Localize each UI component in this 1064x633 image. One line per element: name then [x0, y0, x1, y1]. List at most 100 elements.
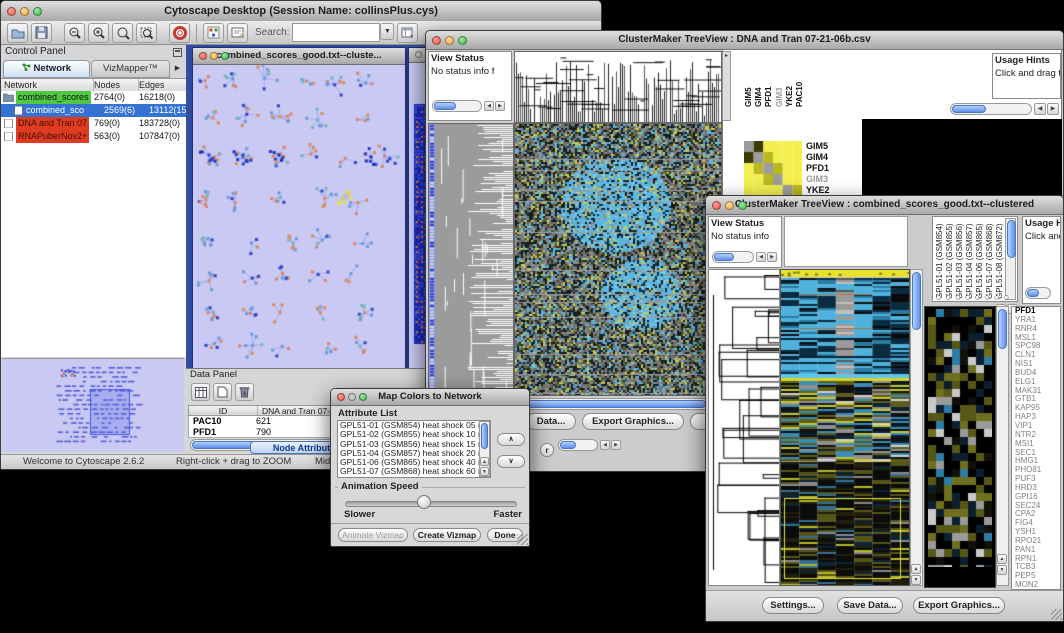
tab-overflow-button[interactable]: ▶: [171, 60, 184, 78]
scroll-down-button[interactable]: ▼: [997, 565, 1007, 575]
minimize-button[interactable]: [20, 7, 29, 16]
close-button[interactable]: [712, 201, 721, 210]
zoom-selected-button[interactable]: [136, 23, 157, 43]
mini-hscrollbar[interactable]: [432, 100, 482, 112]
attribute-item[interactable]: GPL51-07 (GSM868) heat shock 60 min: [338, 467, 490, 476]
row-label[interactable]: GIM5: [806, 141, 858, 152]
scroll-thumb[interactable]: [481, 423, 488, 449]
zoom-button[interactable]: [738, 201, 747, 210]
search-input[interactable]: [292, 23, 380, 42]
network-row[interactable]: combined_scores 2764(0) 16218(0): [1, 91, 186, 104]
network-row[interactable]: DNA and Tran 07 769(0) 183728(0): [1, 117, 186, 130]
column-label[interactable]: PFD1: [764, 51, 774, 107]
float-panel-icon[interactable]: [173, 48, 182, 57]
minimize-button[interactable]: [725, 201, 734, 210]
column-label[interactable]: GIM4: [754, 51, 764, 107]
scroll-right-button[interactable]: ▶: [767, 252, 777, 262]
heatmap-canvas[interactable]: [780, 269, 910, 586]
move-up-button[interactable]: ∧: [497, 433, 525, 446]
scroll-down-button[interactable]: ▼: [911, 575, 921, 585]
mini-hscrollbar[interactable]: [1025, 287, 1051, 299]
save-data-button[interactable]: Data...: [526, 413, 576, 430]
vizmapper-button[interactable]: [203, 23, 224, 43]
bottom-hscrollbar[interactable]: [558, 439, 598, 451]
scroll-right-button[interactable]: ▶: [611, 440, 621, 450]
zoom-button[interactable]: [458, 36, 467, 45]
select-attributes-button[interactable]: [191, 383, 210, 401]
column-label[interactable]: GIM3: [775, 51, 785, 107]
resize-grip[interactable]: [1051, 609, 1062, 620]
scroll-thumb[interactable]: [912, 272, 921, 330]
search-dropdown-button[interactable]: ▼: [380, 23, 394, 40]
scroll-up-button[interactable]: ▲: [480, 457, 489, 466]
gene-label[interactable]: MON2: [1015, 581, 1060, 590]
scroll-thumb[interactable]: [714, 253, 734, 261]
settings-button[interactable]: Settings...: [762, 597, 824, 614]
zoom-fit-button[interactable]: [112, 23, 133, 43]
minimize-button[interactable]: [210, 52, 218, 60]
mini-hscrollbar[interactable]: [712, 251, 754, 263]
animate-vizmap-button[interactable]: Animate Vizmap: [338, 528, 408, 542]
dialog-titlebar[interactable]: Map Colors to Network: [331, 389, 529, 406]
new-attribute-button[interactable]: [213, 383, 232, 401]
map-colors-dialog[interactable]: Map Colors to Network Attribute List GPL…: [330, 388, 530, 547]
zoom-vscrollbar[interactable]: [996, 306, 1009, 586]
scroll-left-button[interactable]: ◀: [756, 252, 766, 262]
zoom-in-button[interactable]: [88, 23, 109, 43]
tab-vizmapper[interactable]: VizMapper™: [91, 60, 170, 78]
move-down-button[interactable]: ∨: [497, 455, 525, 468]
close-button[interactable]: [199, 52, 207, 60]
zoom-button[interactable]: [359, 393, 367, 401]
splitter-handle[interactable]: ▸: [722, 51, 731, 121]
network-row-selected[interactable]: combined_sco 2569(6) 13112(15): [1, 104, 186, 117]
condition-vscrollbar[interactable]: [1005, 218, 1016, 300]
scroll-thumb[interactable]: [516, 400, 706, 408]
scroll-thumb[interactable]: [998, 309, 1007, 349]
close-button[interactable]: [337, 393, 345, 401]
zoom-heatmap-panel[interactable]: [924, 306, 996, 588]
scroll-right-button[interactable]: ▶: [495, 101, 505, 111]
zoom-hscrollbar[interactable]: [950, 103, 1032, 115]
row-label[interactable]: GIM3: [806, 174, 858, 185]
annotation-button[interactable]: [227, 23, 248, 43]
network-view-titlebar[interactable]: combined_scores_good.txt--cluste...: [193, 48, 405, 65]
attribute-browser-button[interactable]: [397, 23, 418, 43]
delete-attribute-button[interactable]: [235, 383, 254, 401]
tab-network[interactable]: Network: [3, 60, 90, 78]
heatmap-hscrollbar[interactable]: [514, 398, 722, 410]
network-canvas[interactable]: [193, 65, 403, 368]
network-overview-panel[interactable]: [2, 358, 184, 453]
speed-slider-thumb[interactable]: [417, 495, 431, 509]
scroll-down-button[interactable]: ▼: [480, 467, 489, 476]
partial-button[interactable]: r: [540, 443, 554, 457]
main-titlebar[interactable]: Cytoscape Desktop (Session Name: collins…: [1, 1, 601, 22]
network-view-window[interactable]: combined_scores_good.txt--cluste...: [192, 47, 406, 369]
open-session-button[interactable]: [7, 23, 28, 43]
scroll-thumb[interactable]: [1027, 289, 1039, 297]
resize-grip[interactable]: [517, 534, 528, 545]
scroll-thumb[interactable]: [1007, 220, 1016, 258]
scroll-thumb[interactable]: [434, 102, 456, 110]
column-dendrogram-canvas[interactable]: [514, 51, 722, 123]
row-dendrogram-canvas[interactable]: [708, 269, 780, 586]
zoom-button[interactable]: [221, 52, 229, 60]
close-button[interactable]: [432, 36, 441, 45]
speed-slider-track[interactable]: [345, 501, 517, 507]
scroll-up-button[interactable]: ▲: [911, 564, 921, 574]
scroll-left-button[interactable]: ◀: [1034, 103, 1046, 115]
network-overview-canvas[interactable]: [2, 359, 184, 452]
help-button[interactable]: [169, 23, 190, 43]
heatmap-canvas[interactable]: [514, 123, 722, 396]
close-button[interactable]: [415, 51, 422, 58]
close-button[interactable]: [7, 7, 16, 16]
treeview-dna-titlebar[interactable]: ClusterMaker TreeView : DNA and Tran 07-…: [426, 31, 1063, 50]
scroll-right-button[interactable]: ▶: [1047, 103, 1059, 115]
treeview-combined-titlebar[interactable]: ClusterMaker TreeView : combined_scores_…: [706, 196, 1063, 215]
zoom-heatmap-canvas[interactable]: [928, 309, 992, 567]
network-row[interactable]: RNAPuberNov2+ 563(0) 107847(0): [1, 130, 186, 143]
scroll-up-button[interactable]: ▲: [997, 554, 1007, 564]
scroll-left-button[interactable]: ◀: [484, 101, 494, 111]
zoom-button[interactable]: [33, 7, 42, 16]
heatmap-vscrollbar[interactable]: [910, 269, 923, 586]
scroll-thumb[interactable]: [952, 105, 986, 113]
